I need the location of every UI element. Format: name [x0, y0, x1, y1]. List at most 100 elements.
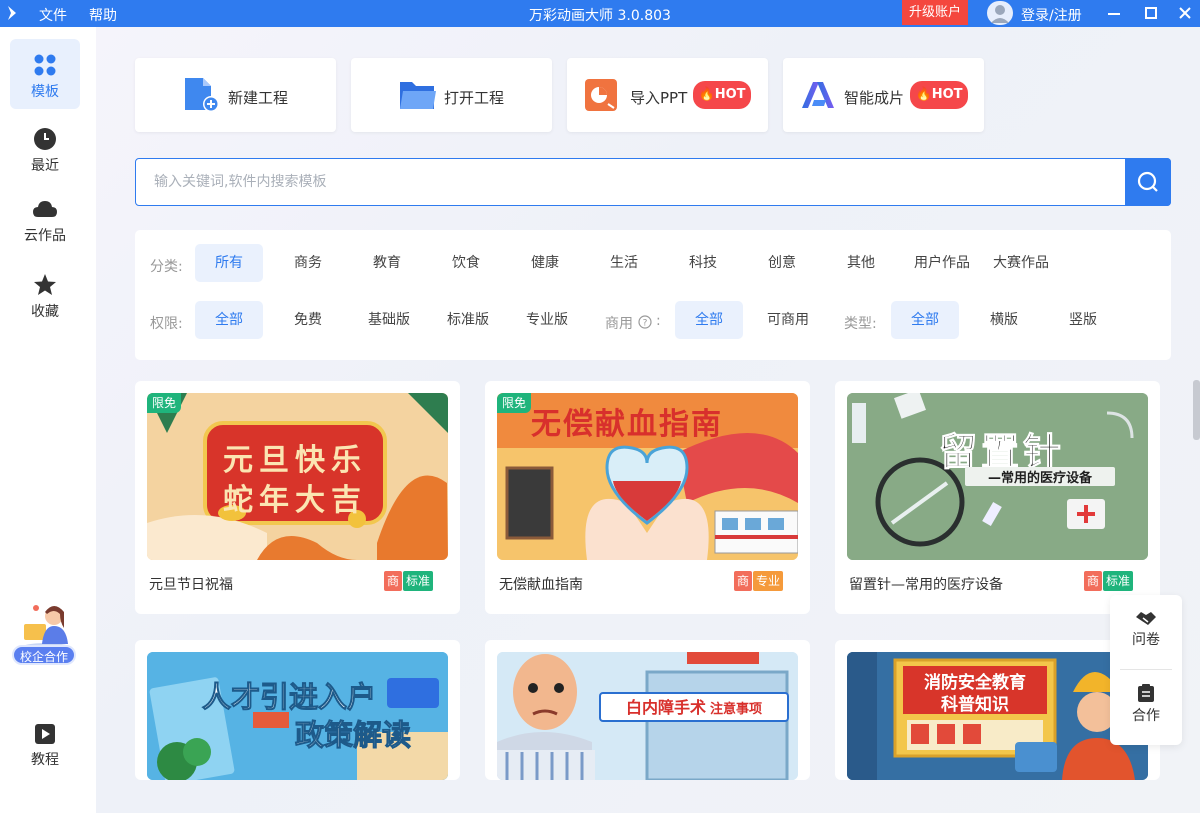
template-thumbnail: 限免 元旦快乐 蛇年大吉	[147, 393, 448, 560]
main-content: 新建工程 打开工程 导入PPT 🔥HOT 智能成片 🔥HOT 分类: 所有 商务…	[96, 27, 1200, 813]
category-chip[interactable]: 商务	[274, 244, 342, 282]
divider	[1120, 669, 1172, 670]
commercial-chip[interactable]: 可商用	[754, 301, 822, 339]
commercial-colon: :	[656, 313, 661, 329]
permission-chip[interactable]: 基础版	[353, 301, 425, 339]
category-chip[interactable]: 教育	[353, 244, 421, 282]
type-chip[interactable]: 横版	[970, 301, 1038, 339]
thumbnail-subheading: 蛇年大吉	[223, 483, 367, 518]
sidebar-item-favorites[interactable]: 收藏	[10, 259, 80, 329]
category-chip[interactable]: 创意	[748, 244, 816, 282]
window-title: 万彩动画大师 3.0.803	[529, 8, 671, 24]
permission-chip[interactable]: 标准版	[432, 301, 504, 339]
title-bar: 文件 帮助 万彩动画大师 3.0.803 升级账户 登录/注册	[0, 0, 1200, 27]
quick-action-label: 智能成片	[844, 89, 905, 107]
standard-badge: 标准	[402, 571, 433, 591]
standard-badge: 标准	[1102, 571, 1133, 591]
template-thumbnail: 人才引进入户 政策解读	[147, 652, 448, 780]
template-thumbnail: 白内障手术 注意事项	[497, 652, 798, 780]
commercial-badge: 商	[383, 571, 402, 591]
sidebar: 模板 最近 云作品 收藏 校企合作 教程	[0, 27, 96, 813]
commercial-badge: 商	[733, 571, 752, 591]
import-ppt-button[interactable]: 导入PPT 🔥HOT	[567, 58, 768, 132]
ai-logo-icon	[802, 82, 834, 108]
template-card[interactable]: 人才引进入户 政策解读	[135, 640, 460, 780]
template-title: 留置针—常用的医疗设备	[849, 577, 1003, 593]
type-chip[interactable]: 竖版	[1049, 301, 1117, 339]
clock-icon	[34, 128, 56, 150]
close-icon[interactable]	[1174, 2, 1196, 24]
help-circle-icon[interactable]: ?	[638, 315, 652, 329]
permission-chip[interactable]: 免费	[274, 301, 342, 339]
free-tag: 限免	[497, 393, 532, 413]
sidebar-item-label: 教程	[31, 752, 59, 768]
school-enterprise-cooperation-button[interactable]: 校企合作	[12, 600, 78, 670]
hot-badge: 🔥HOT	[693, 81, 751, 109]
category-chip[interactable]: 健康	[511, 244, 579, 282]
category-chip[interactable]: 其他	[827, 244, 895, 282]
search-button[interactable]	[1125, 158, 1171, 206]
category-chip[interactable]: 生活	[590, 244, 658, 282]
svg-text:?: ?	[643, 319, 648, 329]
sidebar-item-tutorial[interactable]: 教程	[10, 709, 80, 779]
sidebar-item-label: 云作品	[24, 228, 66, 244]
user-avatar-icon[interactable]	[987, 1, 1013, 25]
template-thumbnail: 消防安全教育 科普知识	[847, 652, 1148, 780]
thumbnail-subheading: 政策解读	[295, 718, 412, 753]
open-project-button[interactable]: 打开工程	[351, 58, 552, 132]
template-card[interactable]: 白内障手术 注意事项	[485, 640, 810, 780]
floating-panel: 问卷 合作	[1110, 595, 1182, 745]
category-chip[interactable]: 饮食	[432, 244, 500, 282]
filter-panel: 分类: 所有 商务 教育 饮食 健康 生活 科技 创意 其他 用户作品 大赛作品…	[135, 230, 1171, 360]
folder-icon	[400, 82, 436, 109]
search-input[interactable]	[154, 171, 1114, 193]
login-register-link[interactable]: 登录/注册	[1021, 5, 1082, 25]
new-file-icon	[185, 78, 219, 112]
category-chip[interactable]: 科技	[669, 244, 737, 282]
pro-badge: 专业	[752, 571, 783, 591]
scrollbar-thumb[interactable]	[1193, 380, 1200, 440]
free-tag: 限免	[147, 393, 182, 413]
template-card[interactable]: 留置针 —常用的医疗设备 留置针—常用的医疗设备 商标准	[835, 381, 1160, 614]
permission-chip[interactable]: 全部	[195, 301, 263, 339]
category-chip[interactable]: 用户作品	[906, 244, 978, 282]
type-label: 类型:	[844, 316, 877, 332]
search-icon	[1137, 171, 1158, 192]
category-label: 分类:	[150, 259, 183, 275]
thumbnail-heading: 元旦快乐	[223, 443, 367, 478]
thumbnail-subheading: —常用的医疗设备	[965, 467, 1115, 486]
grid-icon	[34, 54, 56, 76]
app-logo-icon	[8, 6, 16, 20]
sidebar-item-templates[interactable]: 模板	[10, 39, 80, 109]
thumbnail-heading: 人才引进入户	[202, 680, 377, 715]
quick-action-label: 新建工程	[228, 89, 289, 107]
survey-button[interactable]: 问卷	[1110, 609, 1182, 649]
smart-video-button[interactable]: 智能成片 🔥HOT	[783, 58, 984, 132]
minimize-icon[interactable]	[1103, 2, 1125, 24]
cooperate-button[interactable]: 合作	[1110, 683, 1182, 725]
commercial-chip[interactable]: 全部	[675, 301, 743, 339]
template-card[interactable]: 限免 元旦快乐 蛇年大吉 元旦节日祝福 商标准	[135, 381, 460, 614]
permission-chip[interactable]: 专业版	[511, 301, 583, 339]
cooperate-label: 合作	[1132, 708, 1160, 724]
template-thumbnail: 限免 无偿献血指南	[497, 393, 798, 560]
new-project-button[interactable]: 新建工程	[135, 58, 336, 132]
upgrade-account-button[interactable]: 升级账户	[902, 0, 968, 25]
quick-action-label: 导入PPT	[630, 89, 688, 107]
category-chip[interactable]: 大赛作品	[985, 244, 1057, 282]
template-thumbnail: 留置针 —常用的医疗设备	[847, 393, 1148, 560]
maximize-icon[interactable]	[1140, 2, 1162, 24]
template-card[interactable]: 限免 无偿献血指南 无偿献血指南 商专业	[485, 381, 810, 614]
menu-file[interactable]: 文件	[39, 5, 67, 25]
sidebar-item-recent[interactable]: 最近	[10, 113, 80, 183]
sidebar-item-cloud[interactable]: 云作品	[10, 185, 80, 255]
type-chip[interactable]: 全部	[891, 301, 959, 339]
template-badges: 商专业	[733, 570, 783, 591]
category-chip[interactable]: 所有	[195, 244, 263, 282]
clipboard-icon	[1138, 684, 1154, 702]
cloud-icon	[33, 201, 57, 217]
menu-help[interactable]: 帮助	[89, 5, 117, 25]
video-tutorial-icon	[35, 724, 55, 744]
hot-badge: 🔥HOT	[910, 81, 968, 109]
quick-action-label: 打开工程	[444, 89, 505, 107]
